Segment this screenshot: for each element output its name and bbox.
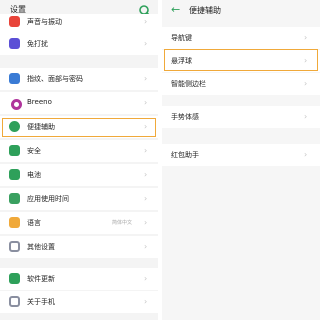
battery-icon bbox=[9, 169, 20, 180]
info-icon bbox=[9, 296, 20, 307]
chevron-right-icon: › bbox=[304, 79, 308, 88]
chevron-right-icon: › bbox=[304, 112, 308, 121]
chevron-right-icon: › bbox=[144, 122, 148, 131]
convenience-item-floating-ball[interactable]: 悬浮球 › bbox=[162, 50, 320, 72]
settings-item-battery[interactable]: 电池 › bbox=[0, 164, 158, 186]
clock-icon bbox=[9, 193, 20, 204]
chevron-right-icon: › bbox=[144, 170, 148, 179]
shield-icon bbox=[9, 145, 20, 156]
convenience-item-gestures[interactable]: 手势体感 › bbox=[162, 106, 320, 128]
chevron-right-icon: › bbox=[304, 56, 308, 65]
page-title: 便捷辅助 bbox=[189, 6, 221, 15]
fingerprint-icon bbox=[9, 73, 20, 84]
chevron-right-icon: › bbox=[144, 218, 148, 227]
chevron-right-icon: › bbox=[144, 194, 148, 203]
hand-icon bbox=[9, 121, 20, 132]
chevron-right-icon: › bbox=[144, 98, 148, 107]
convenience-pane: ← 便捷辅助 导航键 › 悬浮球 › 智能侧边栏 › 手势体感 › 红包助手 › bbox=[162, 0, 320, 320]
chevron-right-icon: › bbox=[304, 33, 308, 42]
chevron-right-icon: › bbox=[144, 17, 148, 26]
settings-item-app-usage[interactable]: 应用使用时间 › bbox=[0, 188, 158, 210]
convenience-item-smart-sidebar[interactable]: 智能侧边栏 › bbox=[162, 73, 320, 95]
chevron-right-icon: › bbox=[144, 297, 148, 306]
settings-item-about-phone[interactable]: 关于手机 › bbox=[0, 291, 158, 313]
chevron-right-icon: › bbox=[304, 150, 308, 159]
settings-item-convenience[interactable]: 便捷辅助 › bbox=[0, 116, 158, 138]
speaker-icon bbox=[9, 16, 20, 27]
settings-item-breeno[interactable]: Breeno › bbox=[0, 92, 158, 114]
language-value: 简体中文 bbox=[112, 220, 133, 226]
convenience-item-red-packet[interactable]: 红包助手 › bbox=[162, 144, 320, 166]
screen: 设置 声音与振动 › 免打扰 › 指纹、面部与密码 › Breeno › 便捷辅… bbox=[0, 0, 320, 320]
breeno-icon bbox=[11, 99, 22, 110]
settings-item-security[interactable]: 安全 › bbox=[0, 140, 158, 162]
settings-item-software-update[interactable]: 软件更新 › bbox=[0, 268, 158, 290]
chevron-right-icon: › bbox=[144, 146, 148, 155]
settings-item-sound[interactable]: 声音与振动 › bbox=[0, 14, 158, 33]
chevron-right-icon: › bbox=[144, 242, 148, 251]
chevron-right-icon: › bbox=[144, 39, 148, 48]
settings-item-other[interactable]: 其他设置 › bbox=[0, 236, 158, 258]
convenience-item-navigation-keys[interactable]: 导航键 › bbox=[162, 27, 320, 49]
settings-item-fingerprint[interactable]: 指纹、面部与密码 › bbox=[0, 68, 158, 90]
language-icon bbox=[9, 217, 20, 228]
gear-icon bbox=[9, 241, 20, 252]
chevron-right-icon: › bbox=[144, 74, 148, 83]
convenience-header: ← 便捷辅助 bbox=[162, 0, 320, 22]
moon-icon bbox=[9, 38, 20, 49]
chevron-right-icon: › bbox=[144, 274, 148, 283]
settings-item-language[interactable]: 语言 简体中文 › bbox=[0, 212, 158, 234]
back-arrow-icon[interactable]: ← bbox=[171, 3, 180, 17]
update-icon bbox=[9, 273, 20, 284]
settings-item-do-not-disturb[interactable]: 免打扰 › bbox=[0, 33, 158, 55]
settings-pane: 设置 声音与振动 › 免打扰 › 指纹、面部与密码 › Breeno › 便捷辅… bbox=[0, 0, 158, 320]
